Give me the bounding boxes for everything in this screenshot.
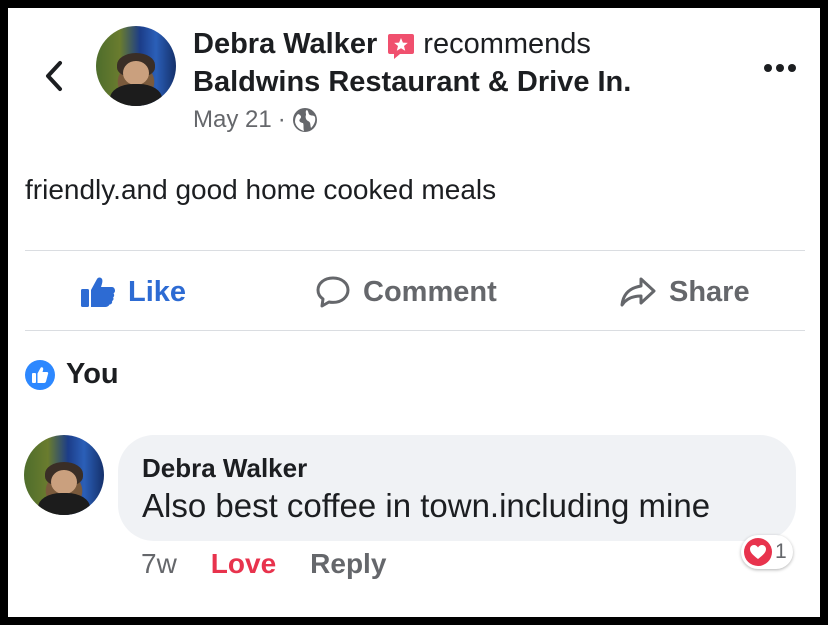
- reactions-summary[interactable]: You: [25, 358, 119, 391]
- commenter-avatar[interactable]: [24, 435, 104, 515]
- place-name[interactable]: Baldwins Restaurant & Drive In.: [193, 66, 631, 99]
- thumbs-up-icon: [81, 277, 115, 307]
- share-button[interactable]: Share: [619, 268, 750, 316]
- author-avatar[interactable]: [96, 26, 176, 106]
- chevron-left-icon: [46, 61, 62, 91]
- post-text: friendly.and good home cooked meals: [25, 174, 497, 205]
- comment-button[interactable]: Comment: [315, 268, 497, 316]
- reactions-label: You: [66, 358, 119, 390]
- comment-actions: 7w Love Reply: [141, 548, 386, 580]
- author-name[interactable]: Debra Walker: [193, 28, 377, 61]
- more-options-button[interactable]: [758, 53, 802, 83]
- divider: [25, 250, 805, 251]
- reaction-count: 1: [775, 540, 787, 563]
- reply-button[interactable]: Reply: [310, 548, 386, 580]
- comment-text: Also best coffee in town.including mine: [142, 487, 711, 524]
- share-arrow-icon: [620, 277, 656, 307]
- share-label: Share: [669, 275, 750, 308]
- more-dots-icon: [764, 64, 796, 72]
- divider: [25, 330, 805, 331]
- love-button[interactable]: Love: [211, 548, 276, 580]
- post-card: Debra Walker recommends Baldwins Restaur…: [8, 8, 820, 617]
- back-button[interactable]: [34, 54, 74, 98]
- like-button[interactable]: Like: [80, 268, 186, 316]
- recommends-text: recommends: [423, 28, 591, 60]
- globe-icon: [292, 108, 317, 132]
- post-header: Debra Walker recommends: [193, 28, 591, 61]
- comment-bubble-icon: [316, 276, 350, 308]
- like-label: Like: [128, 275, 187, 308]
- comment-reaction-count[interactable]: 1: [741, 535, 793, 569]
- recommend-star-icon: [388, 33, 415, 59]
- like-reaction-icon: [25, 359, 55, 390]
- comment-bubble: Debra Walker Also best coffee in town.in…: [118, 435, 796, 541]
- comment-author[interactable]: Debra Walker: [142, 453, 307, 484]
- heart-icon: [744, 538, 772, 566]
- post-date[interactable]: May 21: [193, 106, 272, 134]
- comment-time[interactable]: 7w: [141, 548, 177, 580]
- post-meta: May 21 ·: [193, 106, 318, 134]
- meta-separator: ·: [277, 106, 286, 133]
- comment-label: Comment: [363, 275, 497, 308]
